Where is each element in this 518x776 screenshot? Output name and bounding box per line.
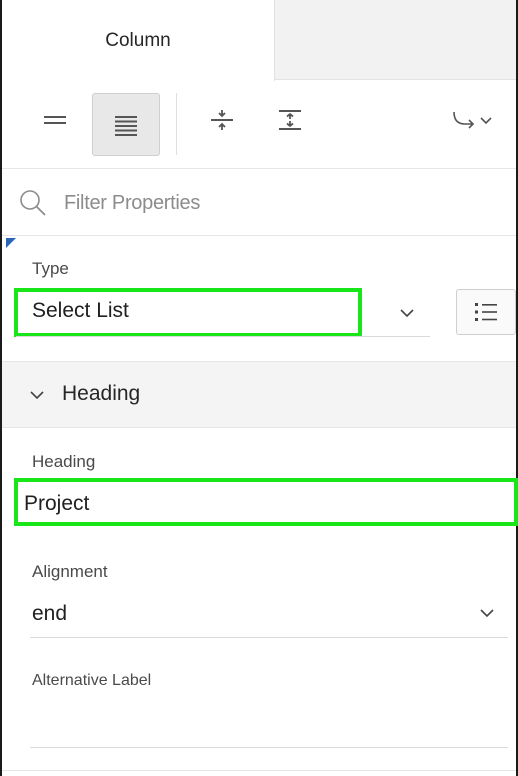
filter-properties-input[interactable] bbox=[64, 184, 494, 222]
tab-bar: Column bbox=[2, 0, 516, 81]
show-all-button[interactable] bbox=[265, 97, 315, 143]
show-common-icon bbox=[211, 110, 233, 130]
show-common-button[interactable] bbox=[197, 97, 247, 143]
toolbar-separator bbox=[176, 93, 177, 155]
property-editor-panel: Column Filter Properties Type Select Lis… bbox=[0, 0, 518, 776]
show-all-icon bbox=[279, 110, 301, 130]
search-icon bbox=[20, 190, 46, 216]
type-label: Type bbox=[32, 259, 69, 278]
section-divider bbox=[2, 770, 516, 771]
property-toolbar bbox=[2, 81, 516, 169]
chevron-down-icon[interactable] bbox=[394, 302, 420, 324]
group-heading-header[interactable]: Heading bbox=[2, 361, 516, 428]
type-underline bbox=[16, 336, 430, 337]
changed-indicator bbox=[6, 238, 16, 248]
list-icon bbox=[475, 303, 497, 321]
collapse-rows-icon bbox=[44, 116, 66, 124]
expand-rows-icon bbox=[115, 115, 137, 136]
alignment-label: Alignment bbox=[32, 562, 108, 581]
expand-rows-button[interactable] bbox=[92, 93, 160, 156]
alignment-select[interactable]: end bbox=[32, 602, 67, 626]
list-of-values-button[interactable] bbox=[456, 289, 516, 335]
group-title: Heading bbox=[62, 382, 141, 405]
type-select[interactable]: Select List bbox=[32, 299, 129, 323]
heading-label: Heading bbox=[32, 452, 96, 471]
tab-column[interactable]: Column bbox=[2, 0, 275, 81]
heading-input[interactable]: Project bbox=[24, 492, 89, 516]
go-to-group-icon bbox=[453, 111, 492, 129]
collapse-rows-button[interactable] bbox=[30, 97, 80, 143]
alignment-underline bbox=[30, 637, 508, 638]
heading-highlight bbox=[14, 478, 518, 526]
go-to-group-button[interactable] bbox=[442, 97, 504, 143]
alternative-label-label: Alternative Label bbox=[32, 672, 152, 689]
chevron-down-icon bbox=[30, 391, 44, 400]
alternative-label-underline bbox=[30, 747, 508, 748]
filter-properties bbox=[2, 170, 516, 236]
chevron-down-icon[interactable] bbox=[474, 602, 500, 624]
